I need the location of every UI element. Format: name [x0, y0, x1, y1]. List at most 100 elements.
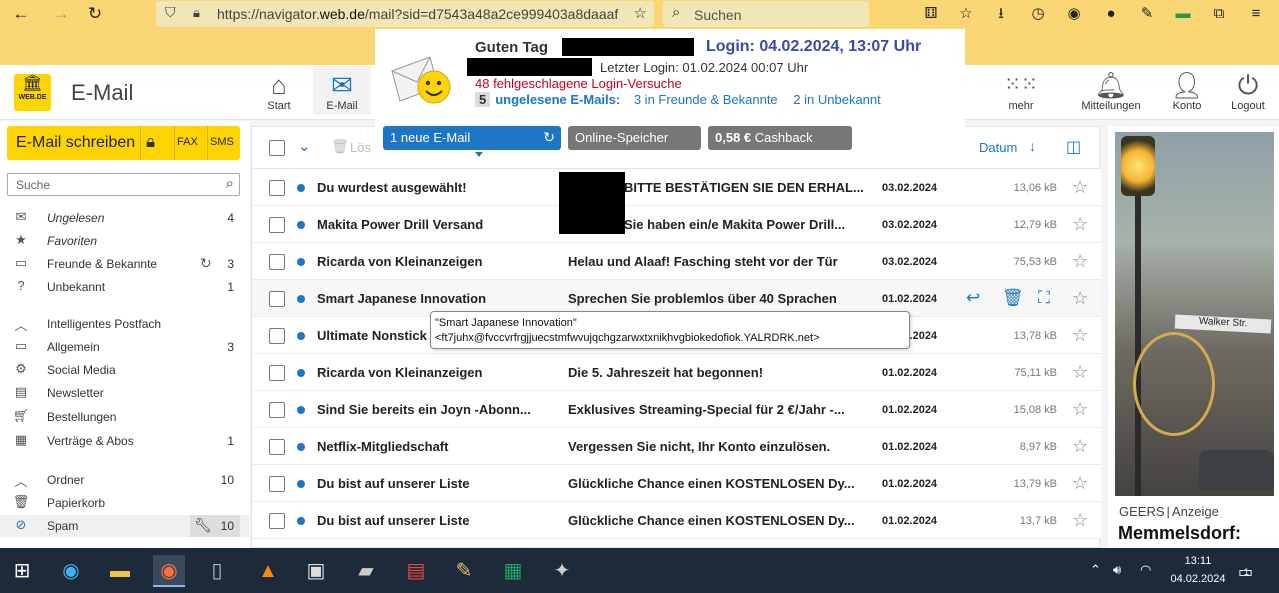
wrench-icon[interactable]: 🔧︎	[194, 517, 212, 534]
paint-icon[interactable]: ✎	[448, 555, 480, 587]
spam-tools[interactable]: 🔧︎ 10	[190, 515, 240, 537]
sidebar-item-unbekannt[interactable]: ? Unbekannt 1	[0, 276, 250, 298]
mail-sender[interactable]: Du wurdest ausgewählt!	[317, 180, 549, 195]
mail-row[interactable]: Ricarda von Kleinanzeigen Die 5. Jahresz…	[252, 354, 1101, 391]
tab-cashback[interactable]: 0,58 € Cashback	[708, 126, 852, 150]
tab-new-mail[interactable]: 1 neue E-Mail ↻	[383, 126, 561, 150]
lock-icon[interactable]: 🔒︎	[193, 5, 200, 21]
nav-notifications[interactable]: 🔔︎ Mitteilungen	[1076, 70, 1146, 112]
fax-button[interactable]: FAX	[177, 136, 198, 148]
mail-row[interactable]: Du bist auf unserer Liste Glückliche Cha…	[252, 465, 1101, 502]
delete-icon[interactable]: 🗑︎	[1002, 288, 1024, 308]
mail-subject[interactable]: Glückliche Chance einen KOSTENLOSEN Dy..…	[568, 476, 872, 491]
sidebar-item-allgemein[interactable]: ▭ Allgemein 3	[0, 336, 250, 358]
url-text[interactable]: https://navigator.web.de/mail?sid=d7543a…	[217, 6, 624, 22]
mail-sender[interactable]: Ricarda von Kleinanzeigen	[317, 254, 549, 269]
forward-icon[interactable]: →	[50, 4, 72, 24]
star-icon[interactable]: ☆	[1072, 362, 1088, 383]
browser-search-box[interactable]: ⌕ Suchen	[663, 1, 869, 27]
star-icon[interactable]: ☆	[1072, 510, 1088, 531]
mail-subject[interactable]: Glückliche Chance einen KOSTENLOSEN Dy..…	[568, 513, 872, 528]
mail-sender[interactable]: Ricarda von Kleinanzeigen	[317, 365, 549, 380]
tab-online-storage[interactable]: Online-Speicher	[568, 126, 701, 150]
arrow-down-icon[interactable]: ↓	[1029, 138, 1036, 154]
chevron-down-icon[interactable]: ⌄	[298, 137, 311, 155]
unknown-unread-link[interactable]: 2 in Unbekannt	[793, 92, 880, 107]
mail-row[interactable]: Netflix-Mitgliedschaft Vergessen Sie nic…	[252, 428, 1101, 465]
media-app-icon[interactable]: ▤	[400, 555, 432, 587]
star-icon[interactable]: ☆	[1072, 288, 1088, 309]
mail-sender[interactable]: Du bist auf unserer Liste	[317, 513, 549, 528]
mail-subject[interactable]: Vergessen Sie nicht, Ihr Konto einzulöse…	[568, 439, 872, 454]
star-icon[interactable]: ☆	[1072, 177, 1088, 198]
refresh-icon[interactable]: ↻	[543, 129, 555, 146]
mail-row[interactable]: Ricarda von Kleinanzeigen Helau und Alaa…	[252, 243, 1101, 280]
delete-button-label[interactable]: Lös	[350, 140, 371, 155]
row-checkbox[interactable]	[269, 254, 285, 270]
sidebar-item-social-media[interactable]: ⚙ Social Media	[0, 359, 250, 381]
shield-icon[interactable]: ⛉	[165, 4, 176, 21]
star-icon[interactable]: ☆	[1072, 399, 1088, 420]
sidebar-item-ungelesen[interactable]: ✉ Ungelesen 4	[0, 207, 250, 229]
back-icon[interactable]: ←	[10, 4, 32, 24]
extension-icon[interactable]: ⚅	[920, 4, 942, 24]
sidebar-item-spam[interactable]: ⊘ Spam 🔧︎ 10	[0, 515, 250, 537]
drive-app-icon[interactable]: ▰	[350, 555, 382, 587]
row-checkbox[interactable]	[269, 328, 285, 344]
select-all-checkbox[interactable]	[269, 140, 285, 156]
row-checkbox[interactable]	[269, 291, 285, 307]
sidebar-item-freunde[interactable]: ▭ Freunde & Bekannte ↻ 3	[0, 253, 250, 275]
url-bar[interactable]: ⛉ 🔒︎ https://navigator.web.de/mail?sid=d…	[156, 1, 654, 27]
refresh-icon[interactable]: ↻	[200, 255, 212, 272]
encrypted-mail-lock-icon[interactable]: 🔒︎	[146, 132, 155, 152]
speaker-app-icon[interactable]: ▯	[201, 555, 233, 587]
mail-sender[interactable]: Sind Sie bereits ein Joyn -Abonn...	[317, 402, 549, 417]
mail-row[interactable]: Du bist auf unserer Liste Glückliche Cha…	[252, 502, 1101, 539]
sidebar-item-papierkorb[interactable]: 🗑︎ Papierkorb	[0, 492, 250, 514]
star-icon[interactable]: ☆	[1072, 251, 1088, 272]
ad-title[interactable]: Memmelsdorf:	[1118, 523, 1241, 544]
extension-card-icon[interactable]: ▬	[1172, 4, 1194, 24]
pocket-star-icon[interactable]: ☆	[955, 4, 977, 24]
app-icon[interactable]: ✦	[546, 555, 578, 587]
mail-sender[interactable]: Smart Japanese Innovation	[317, 291, 549, 306]
friends-unread-link[interactable]: 3 in Freunde & Bekannte	[634, 92, 778, 107]
row-checkbox[interactable]	[269, 365, 285, 381]
mail-subject[interactable]: BITTE BESTÄTIGEN SIE DEN ERHAL...	[624, 180, 872, 195]
mail-row[interactable]: Sind Sie bereits ein Joyn -Abonn... Exkl…	[252, 391, 1101, 428]
download-icon[interactable]: ⭳	[990, 4, 1012, 24]
monitor-app-icon[interactable]: ▣	[300, 555, 332, 587]
file-explorer-icon[interactable]: ▬	[104, 555, 136, 587]
excel-icon[interactable]: ▦	[497, 555, 529, 587]
system-clock[interactable]: 13:11 04.02.2024	[1164, 552, 1232, 588]
mail-sender[interactable]: Netflix-Mitgliedschaft	[317, 439, 549, 454]
advertisement[interactable]: Walker Str. GEERS | Anzeige Memmelsdorf:	[1108, 126, 1279, 548]
wifi-icon[interactable]: ◠	[1140, 562, 1151, 578]
mail-sender[interactable]: Makita Power Drill Versand	[317, 217, 549, 232]
sms-button[interactable]: SMS	[210, 136, 234, 148]
row-checkbox[interactable]	[269, 439, 285, 455]
history-icon[interactable]: ◷	[1027, 4, 1049, 24]
row-checkbox[interactable]	[269, 402, 285, 418]
mail-sender[interactable]: Ultimate Nonstick	[317, 328, 432, 343]
expand-icon[interactable]: ⛶	[1038, 288, 1050, 308]
webde-logo[interactable]: 🏛︎ WEB.DE	[14, 74, 51, 111]
mail-subject[interactable]: Helau und Alaaf! Fasching steht vor der …	[568, 254, 872, 269]
account-icon[interactable]: ◉	[1063, 4, 1085, 24]
sidebar-item-bestellungen[interactable]: 🛒︎ Bestellungen	[0, 406, 250, 428]
row-checkbox[interactable]	[269, 513, 285, 529]
panel-layout-icon[interactable]: ◫	[1066, 137, 1081, 157]
mail-row[interactable]: Makita Power Drill Versand Sie haben ein…	[252, 206, 1101, 243]
star-icon[interactable]: ☆	[1072, 214, 1088, 235]
ordner-header[interactable]: ︿ Ordner 10	[0, 469, 250, 491]
sidebar-item-newsletter[interactable]: ▤ Newsletter	[0, 382, 250, 404]
smart-inbox-header[interactable]: ︿ Intelligentes Postfach	[0, 313, 250, 335]
delete-icon[interactable]: 🗑︎	[331, 138, 349, 155]
bookmark-star-icon[interactable]: ☆	[634, 4, 647, 22]
nav-email[interactable]: ✉ E-Mail	[313, 66, 371, 115]
mail-subject[interactable]: Exklusives Streaming-Special für 2 €/Jah…	[568, 402, 872, 417]
extensions-puzzle-icon[interactable]: ⧉	[1208, 4, 1230, 24]
failed-logins-link[interactable]: 48 fehlgeschlagene Login-Versuche	[475, 76, 682, 91]
extension-bubbles-icon[interactable]: ●	[1100, 4, 1122, 24]
row-checkbox[interactable]	[269, 217, 285, 233]
